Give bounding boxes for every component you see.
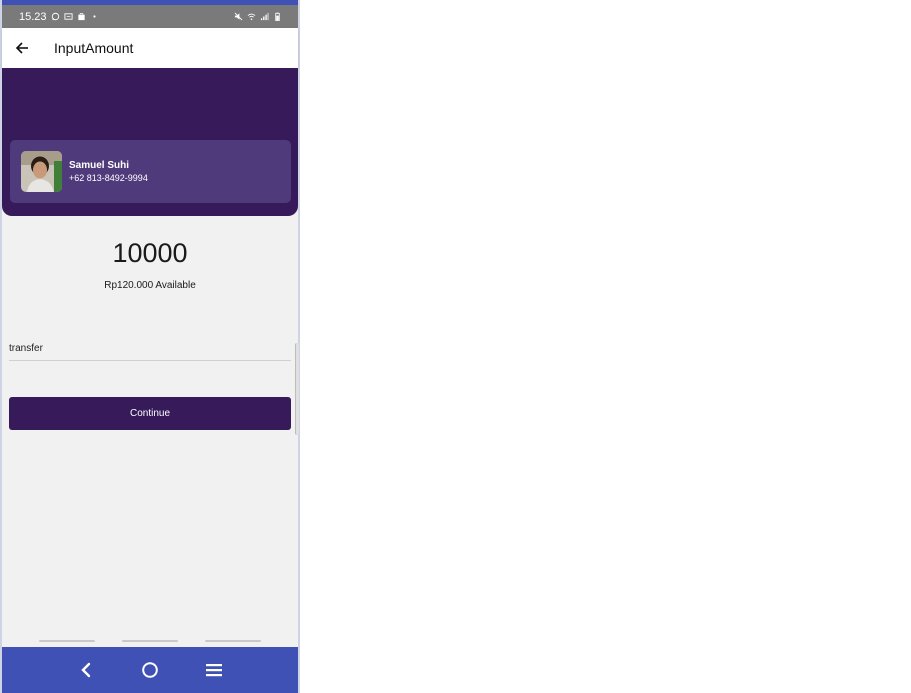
status-right <box>234 12 282 21</box>
menu-nav-icon <box>206 664 222 677</box>
amount-value[interactable]: 10000 <box>2 238 298 269</box>
avatar <box>21 151 62 192</box>
system-nav-bar <box>2 647 298 693</box>
status-left: 15.23 <box>19 11 99 23</box>
avatar-photo-icon <box>21 151 62 192</box>
app-bar: InputAmount <box>2 28 298 68</box>
dot-icon <box>90 12 99 21</box>
home-nav-icon <box>142 662 158 678</box>
back-nav-icon <box>81 662 91 678</box>
nav-home-button[interactable] <box>118 647 182 693</box>
recipient-phone: +62 813-8492-9994 <box>69 173 148 183</box>
recipient-info: Samuel Suhi +62 813-8492-9994 <box>69 159 148 184</box>
scrollbar[interactable] <box>295 343 299 435</box>
bag-icon <box>77 12 86 21</box>
whatsapp-icon <box>51 12 60 21</box>
header-panel: Samuel Suhi +62 813-8492-9994 <box>2 68 298 216</box>
signal-icon <box>260 12 269 21</box>
continue-button[interactable]: Continue <box>9 397 291 430</box>
mute-icon <box>234 12 243 21</box>
phone-screen: 15.23 InputAmount Samuel Suhi +62 813-84… <box>0 0 300 693</box>
note-input[interactable] <box>9 336 291 361</box>
recipient-card[interactable]: Samuel Suhi +62 813-8492-9994 <box>10 140 291 203</box>
nav-back-button[interactable] <box>54 647 118 693</box>
recipient-name: Samuel Suhi <box>69 160 130 171</box>
nav-menu-button[interactable] <box>182 647 246 693</box>
gesture-handle <box>205 640 261 642</box>
status-time: 15.23 <box>19 10 47 23</box>
message-icon <box>63 12 73 21</box>
back-button[interactable] <box>2 28 42 68</box>
wifi-icon <box>247 12 256 21</box>
page-title: InputAmount <box>54 40 134 56</box>
available-balance: Rp120.000 Available <box>104 280 196 291</box>
arrow-left-icon <box>15 42 28 54</box>
gesture-handle <box>122 640 178 642</box>
gesture-handle <box>39 640 95 642</box>
battery-icon <box>273 12 282 21</box>
status-bar: 15.23 <box>2 5 298 28</box>
gesture-handles <box>2 640 298 643</box>
